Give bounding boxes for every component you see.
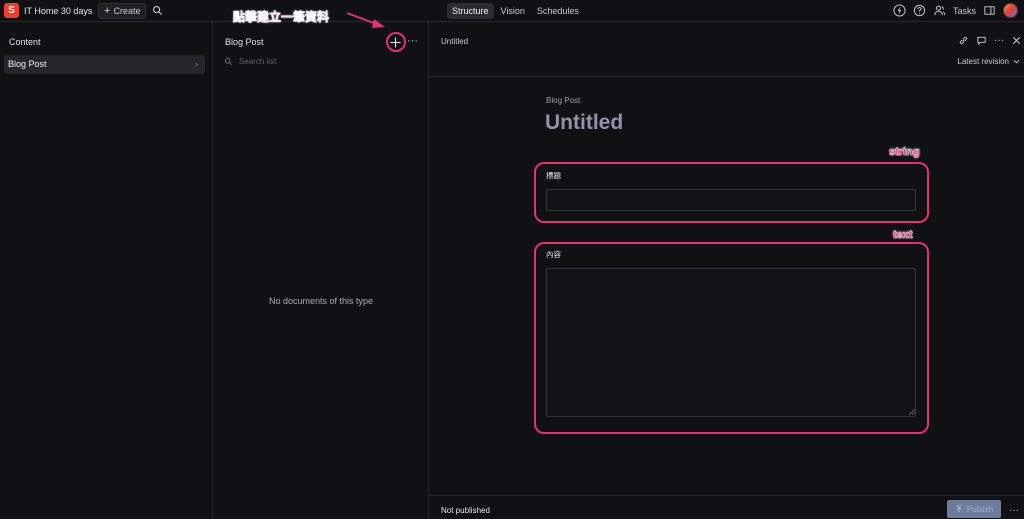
tab-structure[interactable]: Structure	[447, 3, 494, 19]
new-document-highlight	[386, 32, 406, 52]
revision-selector[interactable]: Latest revision	[957, 57, 1020, 66]
search-list-placeholder: Search list	[239, 57, 277, 66]
people-icon[interactable]	[933, 4, 946, 17]
document-list-pane: Blog Post ··· Search list No documents o…	[213, 22, 429, 519]
content-field-highlight	[534, 242, 929, 434]
document-type-label: Blog Post	[546, 96, 581, 105]
tab-vision[interactable]: Vision	[496, 3, 530, 19]
string-type-annotation: string	[889, 146, 920, 158]
title-field-highlight	[534, 162, 929, 223]
plus-icon: +	[104, 5, 111, 17]
create-button[interactable]: + Create	[98, 3, 147, 19]
document-footer: Not published Publish ···	[429, 495, 1024, 519]
document-header-title: Untitled	[441, 37, 469, 46]
content-item-blog-post[interactable]: Blog Post ›	[4, 55, 205, 74]
panel-icon[interactable]	[983, 4, 996, 17]
help-icon[interactable]	[913, 4, 926, 17]
more-options-icon[interactable]: ···	[994, 35, 1004, 46]
publish-label: Publish	[966, 504, 994, 514]
app-title[interactable]: IT Home 30 days	[24, 6, 92, 16]
tool-tabs: Structure Vision Schedules	[447, 3, 584, 19]
document-header-actions: ···	[958, 35, 1022, 46]
search-list-field[interactable]: Search list	[224, 57, 276, 66]
search-icon[interactable]	[152, 5, 163, 16]
link-icon[interactable]	[958, 35, 969, 46]
close-icon[interactable]	[1011, 35, 1022, 46]
comment-icon[interactable]	[976, 35, 987, 46]
content-pane: Content Blog Post ›	[0, 22, 213, 519]
create-label: Create	[113, 6, 141, 16]
text-type-annotation: text	[893, 229, 913, 241]
more-actions-icon[interactable]: ···	[1009, 505, 1019, 516]
publish-status: Not published	[441, 506, 490, 515]
topbar-actions: Tasks	[893, 3, 1018, 18]
chevron-down-icon	[1013, 59, 1020, 64]
content-pane-title: Content	[9, 37, 41, 47]
document-header: Untitled ··· Latest revision	[429, 22, 1024, 77]
create-hint-annotation: 點擊建立一筆資料	[233, 10, 330, 24]
avatar[interactable]	[1003, 3, 1018, 18]
arrow-annotation-icon	[346, 12, 385, 28]
revision-label: Latest revision	[957, 57, 1009, 66]
tab-schedules[interactable]: Schedules	[532, 3, 584, 19]
more-options-icon[interactable]: ···	[407, 35, 418, 47]
lightning-icon[interactable]	[893, 4, 906, 17]
studio-logo[interactable]: S	[4, 3, 19, 18]
publish-icon	[955, 505, 962, 512]
chevron-right-icon: ›	[195, 59, 198, 69]
empty-state-message: No documents of this type	[268, 296, 374, 306]
content-item-label: Blog Post	[8, 59, 47, 69]
publish-button[interactable]: Publish	[947, 500, 1001, 518]
top-navbar: S IT Home 30 days + Create Structure Vis…	[0, 0, 1024, 22]
list-pane-title: Blog Post	[225, 37, 264, 47]
document-title: Untitled	[545, 111, 624, 134]
search-icon	[224, 57, 233, 66]
tasks-button[interactable]: Tasks	[953, 6, 976, 16]
